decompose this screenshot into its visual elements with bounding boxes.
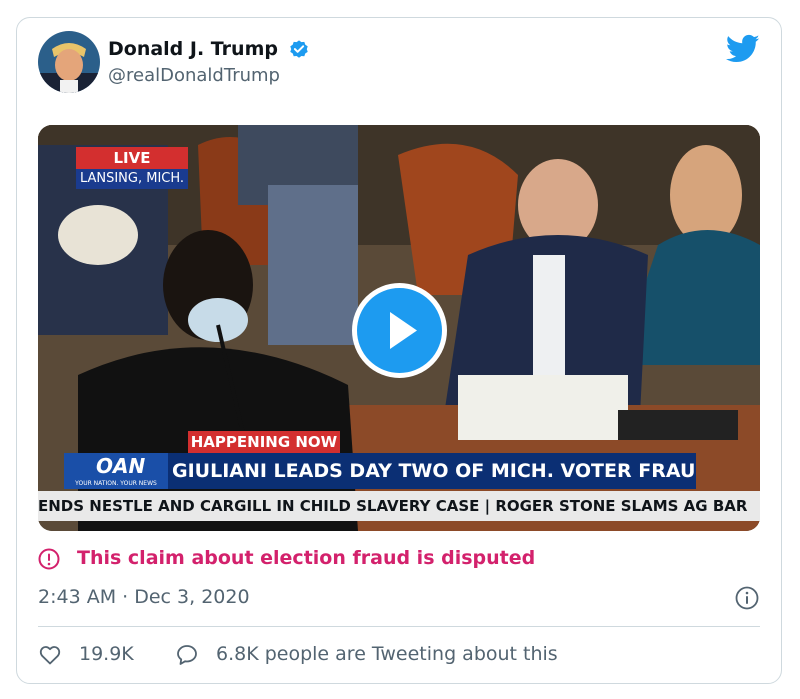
heart-icon[interactable] [38, 643, 62, 667]
tweeting-about-link[interactable]: 6.8K people are Tweeting about this [216, 643, 558, 665]
verified-badge-icon [288, 39, 310, 61]
author-handle[interactable]: @realDonaldTrump [108, 65, 280, 86]
speech-bubble-icon[interactable] [175, 643, 199, 667]
play-button[interactable] [352, 283, 447, 378]
network-slogan: YOUR NATION. YOUR NEWS [75, 480, 157, 487]
author-name[interactable]: Donald J. Trump [108, 38, 278, 60]
avatar[interactable] [38, 31, 100, 93]
like-count[interactable]: 19.9K [79, 643, 134, 665]
location-badge: LANSING, MICH. [76, 169, 188, 189]
happening-now-banner: HAPPENING NOW [188, 431, 340, 453]
tweet-timestamp[interactable]: 2:43 AM · Dec 3, 2020 [38, 586, 250, 608]
info-icon[interactable] [735, 586, 759, 610]
play-icon [390, 312, 417, 349]
live-badge: LIVE [76, 147, 188, 169]
network-logo-text: OAN [96, 454, 146, 478]
alert-icon [38, 548, 60, 570]
news-ticker: ENDS NESTLE AND CARGILL IN CHILD SLAVERY… [38, 491, 760, 521]
disputed-notice[interactable]: This claim about election fraud is dispu… [77, 547, 535, 569]
twitter-bird-icon[interactable] [725, 34, 760, 64]
divider [38, 626, 760, 627]
news-headline: GIULIANI LEADS DAY TWO OF MICH. VOTER FR… [168, 453, 696, 489]
